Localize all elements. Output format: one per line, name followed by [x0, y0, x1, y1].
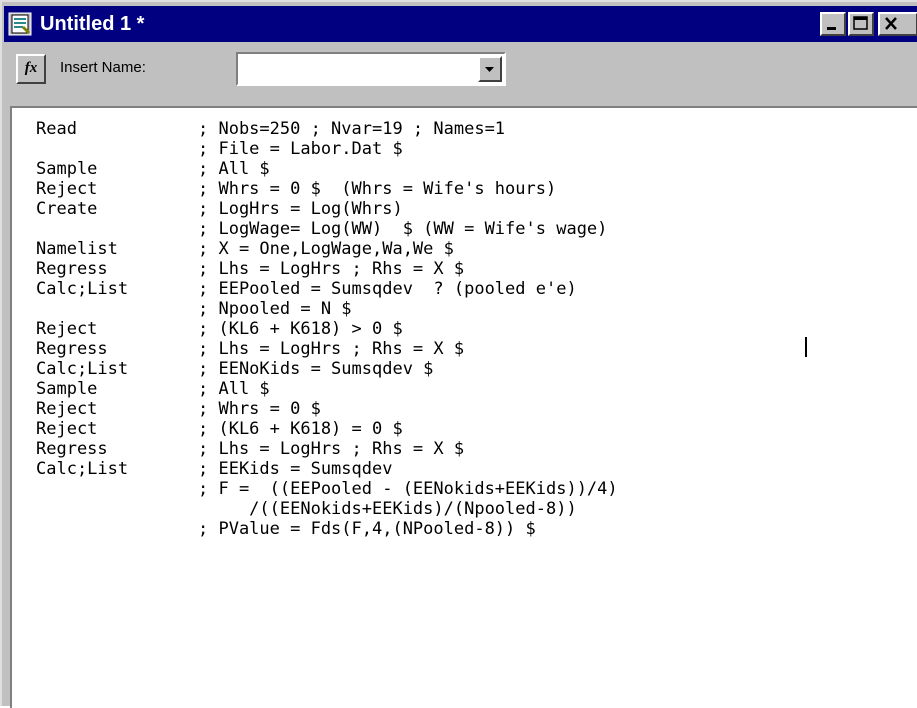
command-keyword: Read	[36, 119, 77, 139]
command-arguments: ; All $	[198, 159, 270, 179]
command-arguments: ; Whrs = 0 $ (Whrs = Wife's hours)	[198, 179, 557, 199]
text-cursor	[805, 337, 807, 357]
command-arguments: ; (KL6 + K618) = 0 $	[198, 419, 403, 439]
command-arguments: ; X = One,LogWage,Wa,We $	[198, 239, 454, 259]
command-keyword: Calc;List	[36, 459, 129, 479]
command-arguments: ; EEKids = Sumsqdev	[198, 459, 393, 479]
command-arguments: ; Lhs = LogHrs ; Rhs = X $	[198, 439, 465, 459]
command-arguments: ; Nobs=250 ; Nvar=19 ; Names=1	[198, 119, 506, 139]
editor-window: Untitled 1 * fx Insert Name: Read ; Nobs…	[0, 0, 917, 708]
command-keyword: Namelist	[36, 239, 118, 259]
command-arguments: ; All $	[198, 379, 270, 399]
close-button[interactable]	[878, 12, 917, 36]
command-keyword: Create	[36, 199, 98, 219]
close-icon	[885, 17, 897, 30]
minimize-icon	[827, 27, 836, 30]
command-editor[interactable]: Read ; Nobs=250 ; Nvar=19 ; Names=1; File…	[10, 106, 917, 708]
toolbar: fx Insert Name:	[4, 42, 917, 104]
command-keyword: Reject	[36, 319, 98, 339]
command-arguments: ; EENoKids = Sumsqdev $	[198, 359, 434, 379]
insert-function-button[interactable]: fx	[16, 54, 46, 84]
dropdown-button[interactable]	[478, 56, 502, 82]
command-arguments: ; File = Labor.Dat $	[198, 139, 403, 159]
command-keyword: Calc;List	[36, 359, 129, 379]
command-keyword: Reject	[36, 179, 98, 199]
maximize-button[interactable]	[848, 12, 874, 36]
insert-name-dropdown[interactable]	[236, 52, 506, 86]
command-arguments: ; Lhs = LogHrs ; Rhs = X $	[198, 259, 465, 279]
command-arguments: ; LogWage= Log(WW) $ (WW = Wife's wage)	[198, 219, 608, 239]
command-arguments: ; Npooled = N $	[198, 299, 352, 319]
command-arguments: ; Whrs = 0 $	[198, 399, 321, 419]
command-keyword: Reject	[36, 399, 98, 419]
minimize-button[interactable]	[820, 12, 846, 36]
command-arguments: /((EENokids+EEKids)/(Npooled-8))	[198, 499, 577, 519]
window-title: Untitled 1 *	[40, 13, 145, 35]
command-keyword: Reject	[36, 419, 98, 439]
command-keyword: Regress	[36, 339, 108, 359]
command-arguments: ; EEPooled = Sumsqdev ? (pooled e'e)	[198, 279, 577, 299]
command-arguments: ; (KL6 + K618) > 0 $	[198, 319, 403, 339]
command-arguments: ; Lhs = LogHrs ; Rhs = X $	[198, 339, 465, 359]
command-keyword: Regress	[36, 259, 108, 279]
command-keyword: Sample	[36, 379, 98, 399]
command-keyword: Regress	[36, 439, 108, 459]
title-bar[interactable]: Untitled 1 *	[4, 6, 917, 42]
command-arguments: ; PValue = Fds(F,4,(NPooled-8)) $	[198, 519, 536, 539]
maximize-icon	[853, 16, 868, 30]
command-keyword: Calc;List	[36, 279, 129, 299]
chevron-down-icon	[485, 67, 494, 72]
command-keyword: Sample	[36, 159, 98, 179]
insert-name-label: Insert Name:	[60, 59, 146, 76]
fx-icon: fx	[24, 60, 38, 76]
document-app-icon	[8, 12, 32, 36]
command-arguments: ; LogHrs = Log(Whrs)	[198, 199, 403, 219]
command-arguments: ; F = ((EEPooled - (EENokids+EEKids))/4)	[198, 479, 618, 499]
